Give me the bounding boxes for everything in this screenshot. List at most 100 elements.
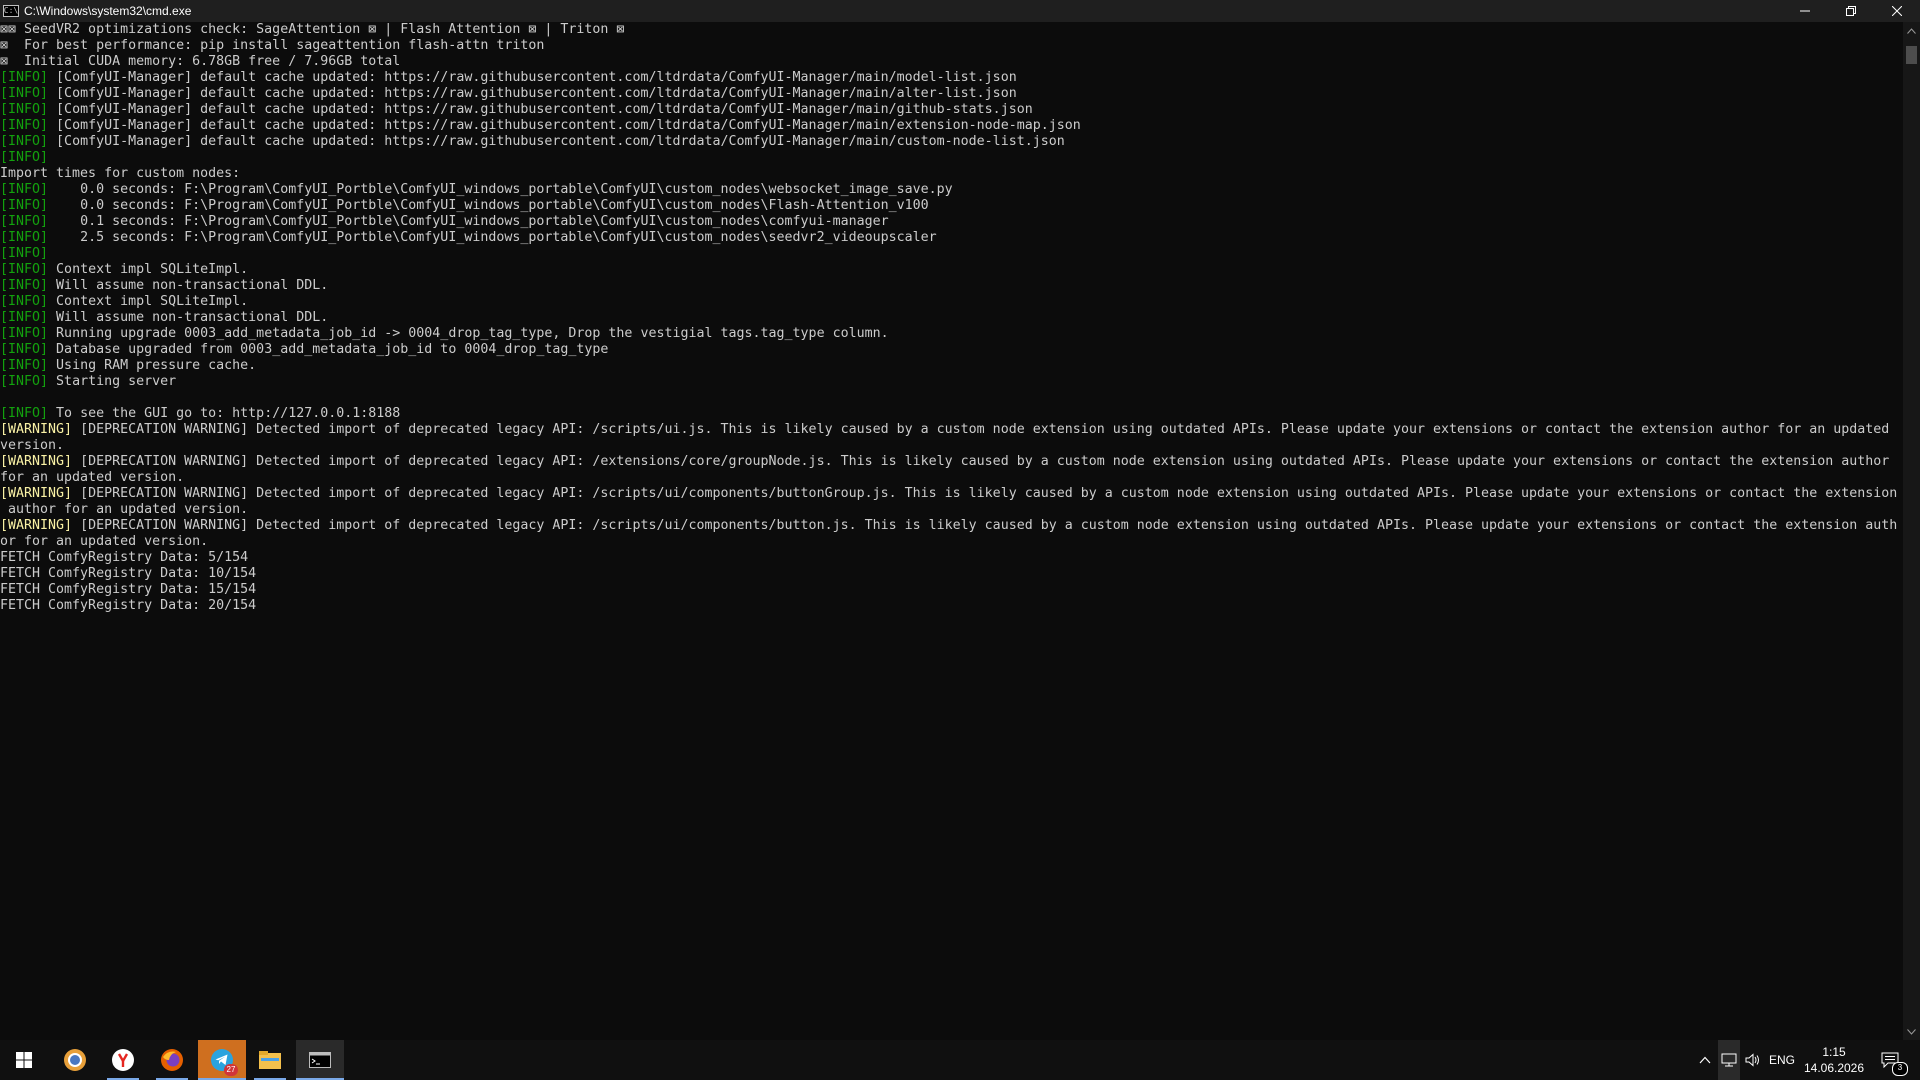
console-line-text: version. — [0, 438, 65, 453]
console-line: [INFO] Database upgraded from 0003_add_m… — [0, 342, 1903, 358]
console-line-text: [DEPRECATION WARNING] Detected import of… — [72, 518, 1898, 533]
log-tag-info: [INFO] — [0, 134, 49, 149]
log-tag-info: [INFO] — [0, 246, 49, 261]
log-tag-info: [INFO] — [0, 86, 49, 101]
taskbar: 27 ENG 1:15 14.06.2026 3 — [0, 1040, 1920, 1080]
chevron-up-icon — [1907, 27, 1916, 34]
minimize-button[interactable] — [1782, 0, 1828, 22]
console-line: [INFO] Context impl SQLiteImpl. — [0, 262, 1903, 278]
restore-button[interactable] — [1828, 0, 1874, 22]
console-line-text: FETCH ComfyRegistry Data: 20/154 — [0, 598, 257, 613]
log-tag-info: [INFO] — [0, 230, 49, 245]
console-line-text: [ComfyUI-Manager] default cache updated:… — [48, 86, 1017, 101]
chromium-icon — [64, 1049, 86, 1071]
telegram-unread-badge: 27 — [224, 1064, 238, 1076]
minimize-icon — [1800, 10, 1810, 12]
console-line-text: or for an updated version. — [0, 534, 209, 549]
log-tag-info: [INFO] — [0, 358, 49, 373]
console-line-text: Starting server — [48, 374, 177, 389]
console-line: Import times for custom nodes: — [0, 166, 1903, 182]
close-button[interactable] — [1874, 0, 1920, 22]
restore-icon — [1846, 6, 1856, 16]
console-line: [INFO] 0.0 seconds: F:\Program\ComfyUI_P… — [0, 182, 1903, 198]
scroll-up-button[interactable] — [1903, 22, 1920, 39]
windows-logo-icon — [16, 1052, 32, 1068]
terminal-icon — [309, 1052, 331, 1068]
console-line-text: Database upgraded from 0003_add_metadata… — [48, 342, 609, 357]
scroll-down-button[interactable] — [1903, 1023, 1920, 1040]
clock[interactable]: 1:15 14.06.2026 — [1798, 1044, 1870, 1076]
console-line: [INFO] [ComfyUI-Manager] default cache u… — [0, 134, 1903, 150]
console-line-text: [ComfyUI-Manager] default cache updated:… — [48, 102, 1033, 117]
console-line-text: Context impl SQLiteImpl. — [48, 294, 249, 309]
console-line-text: ⊠⊠ SeedVR2 optimizations check: SageAtte… — [0, 22, 625, 37]
log-tag-info: [INFO] — [0, 294, 49, 309]
vertical-scrollbar[interactable] — [1903, 22, 1920, 1040]
close-icon — [1892, 6, 1902, 16]
console-line: [WARNING] [DEPRECATION WARNING] Detected… — [0, 518, 1903, 534]
network-icon — [1721, 1053, 1737, 1067]
console-line: FETCH ComfyRegistry Data: 15/154 — [0, 582, 1903, 598]
console-line: [INFO] — [0, 246, 1903, 262]
taskbar-app-explorer[interactable] — [246, 1040, 294, 1080]
log-tag-info: [INFO] — [0, 342, 49, 357]
volume-button[interactable] — [1742, 1040, 1764, 1080]
log-tag-info: [INFO] — [0, 374, 49, 389]
console-line: author for an updated version. — [0, 502, 1903, 518]
notification-count-badge: 3 — [1892, 1062, 1908, 1076]
console-line: [INFO] Will assume non-transactional DDL… — [0, 310, 1903, 326]
clock-time: 1:15 — [1822, 1045, 1846, 1059]
window-title: C:\Windows\system32\cmd.exe — [24, 4, 192, 18]
taskbar-app-cmd[interactable] — [296, 1040, 344, 1080]
scrollbar-thumb[interactable] — [1906, 46, 1917, 64]
console-line: ⊠⊠ SeedVR2 optimizations check: SageAtte… — [0, 22, 1903, 38]
show-hidden-icons-button[interactable] — [1694, 1040, 1716, 1080]
taskbar-app-telegram[interactable]: 27 — [198, 1040, 246, 1080]
console-line: [INFO] 0.1 seconds: F:\Program\ComfyUI_P… — [0, 214, 1903, 230]
console-line-text: To see the GUI go to: http://127.0.0.1:8… — [48, 406, 401, 421]
action-center-button[interactable]: 3 — [1872, 1040, 1908, 1080]
console-line: [INFO] Starting server — [0, 374, 1903, 390]
console-line-text: [DEPRECATION WARNING] Detected import of… — [72, 486, 1898, 501]
log-tag-warning: [WARNING] — [0, 422, 73, 437]
console-line: version. — [0, 438, 1903, 454]
console-line: ⊠ For best performance: pip install sage… — [0, 38, 1903, 54]
console-line-text: Import times for custom nodes: — [0, 166, 241, 181]
console-line: [INFO] [ComfyUI-Manager] default cache u… — [0, 86, 1903, 102]
log-tag-info: [INFO] — [0, 102, 49, 117]
log-tag-info: [INFO] — [0, 262, 49, 277]
console-output[interactable]: ⊠⊠ SeedVR2 optimizations check: SageAtte… — [0, 22, 1903, 1040]
log-tag-info: [INFO] — [0, 326, 49, 341]
taskbar-app-yandex[interactable] — [99, 1040, 147, 1080]
network-button[interactable] — [1718, 1040, 1740, 1080]
console-line-text: FETCH ComfyRegistry Data: 5/154 — [0, 550, 249, 565]
console-line-text: FETCH ComfyRegistry Data: 15/154 — [0, 582, 257, 597]
log-tag-info: [INFO] — [0, 278, 49, 293]
console-line-text: Using RAM pressure cache. — [48, 358, 257, 373]
console-line-text: author for an updated version. — [0, 502, 249, 517]
console-line-text: 2.5 seconds: F:\Program\ComfyUI_Portble\… — [48, 230, 937, 245]
yandex-browser-icon — [112, 1049, 134, 1071]
start-button[interactable] — [0, 1040, 48, 1080]
console-line: [WARNING] [DEPRECATION WARNING] Detected… — [0, 422, 1903, 438]
console-line-text: ⊠ Initial CUDA memory: 6.78GB free / 7.9… — [0, 54, 401, 69]
console-line: [WARNING] [DEPRECATION WARNING] Detected… — [0, 454, 1903, 470]
log-tag-info: [INFO] — [0, 150, 49, 165]
window-titlebar[interactable]: C:\ C:\Windows\system32\cmd.exe — [0, 0, 1920, 22]
taskbar-app-firefox[interactable] — [148, 1040, 196, 1080]
console-line-text: Will assume non-transactional DDL. — [48, 278, 329, 293]
cmd-icon: C:\ — [3, 5, 19, 17]
console-line: [INFO] 2.5 seconds: F:\Program\ComfyUI_P… — [0, 230, 1903, 246]
log-tag-info: [INFO] — [0, 406, 49, 421]
log-tag-warning: [WARNING] — [0, 454, 73, 469]
log-tag-info: [INFO] — [0, 214, 49, 229]
log-tag-info: [INFO] — [0, 310, 49, 325]
console-line-text: Running upgrade 0003_add_metadata_job_id… — [48, 326, 889, 341]
console-line: FETCH ComfyRegistry Data: 10/154 — [0, 566, 1903, 582]
log-tag-info: [INFO] — [0, 198, 49, 213]
console-line: [INFO] — [0, 150, 1903, 166]
language-indicator[interactable]: ENG — [1766, 1040, 1798, 1080]
firefox-icon — [161, 1049, 183, 1071]
taskbar-app-chromium[interactable] — [51, 1040, 99, 1080]
